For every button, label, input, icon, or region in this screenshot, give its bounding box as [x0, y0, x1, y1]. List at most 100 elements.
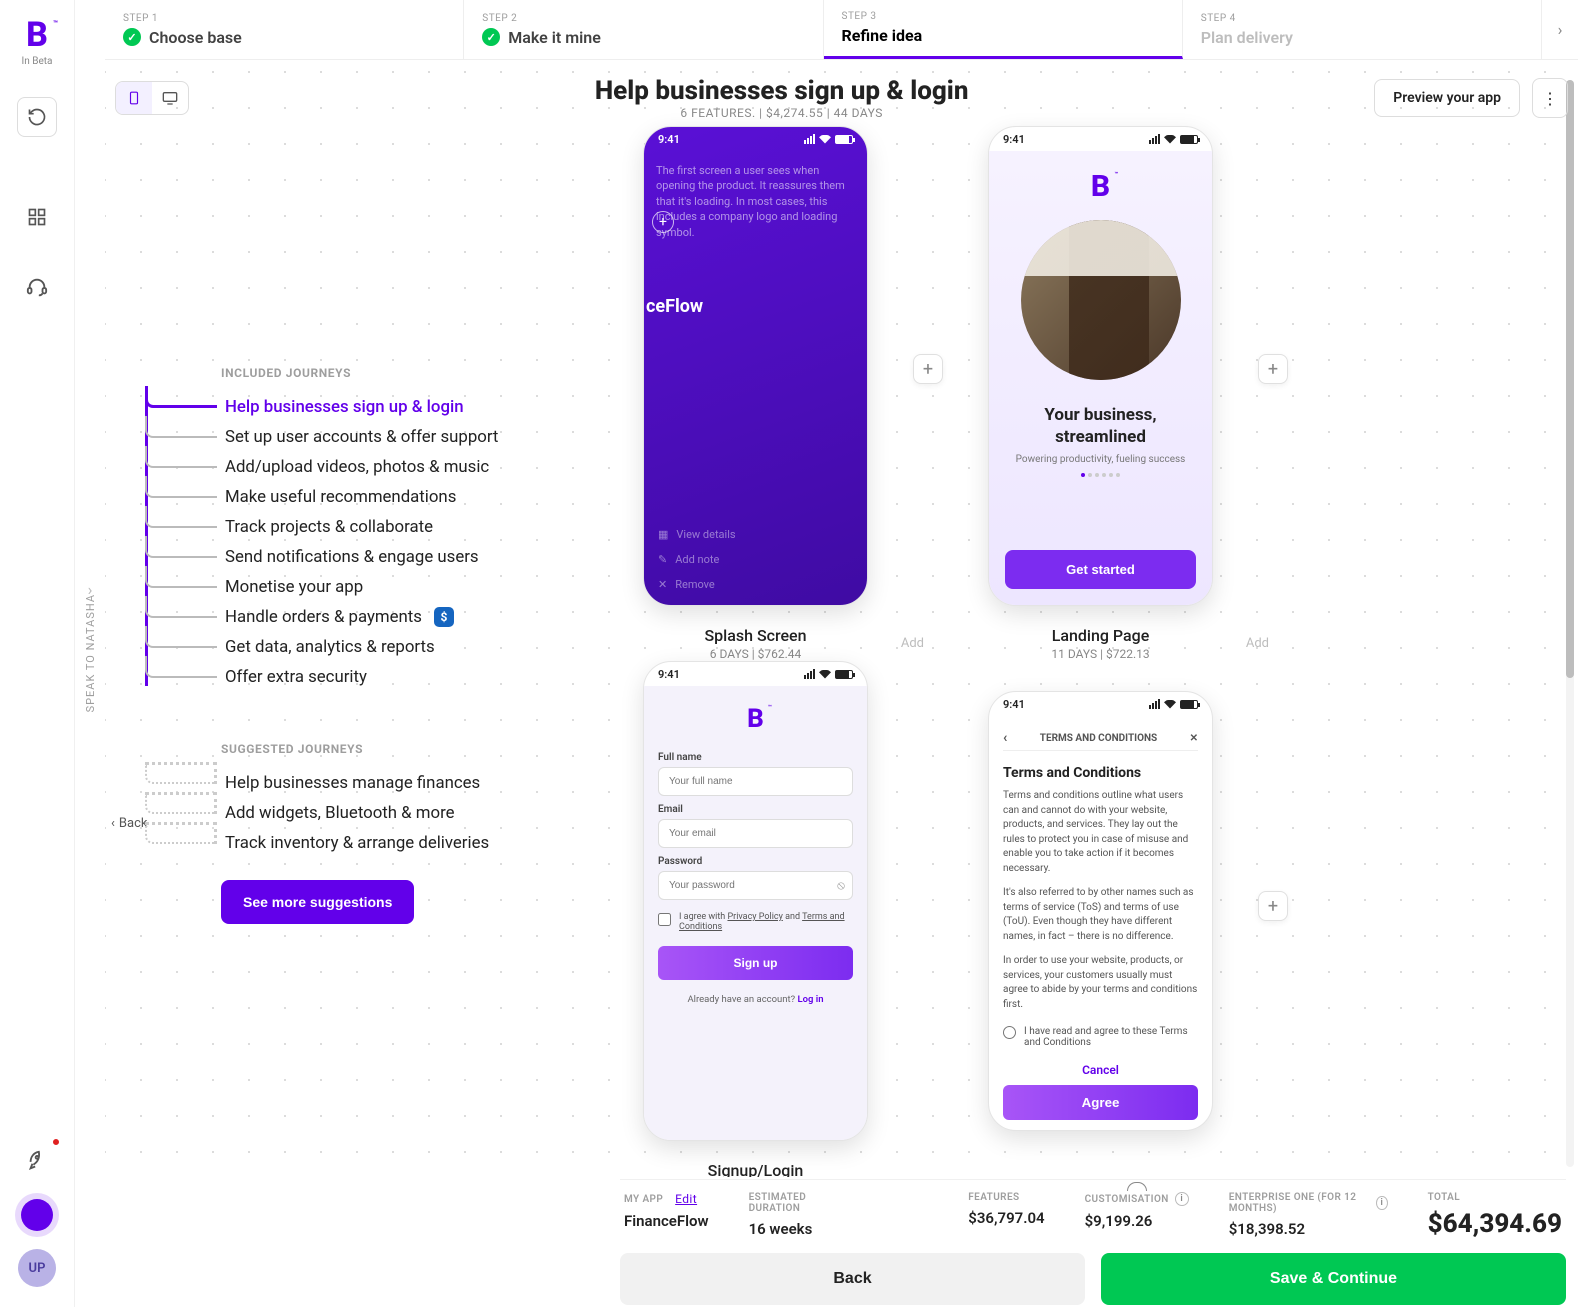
splash-body: + The first screen a user sees when open… — [644, 151, 867, 605]
rocket-icon[interactable] — [17, 1141, 57, 1181]
step-3[interactable]: STEP 3 Refine idea — [824, 0, 1183, 59]
privacy-link[interactable]: Privacy Policy — [727, 912, 782, 922]
agree-button[interactable]: Agree — [1003, 1085, 1198, 1120]
terms-agree-radio[interactable] — [1003, 1026, 1016, 1039]
action-row: Back Save & Continue — [620, 1253, 1566, 1305]
landing-title: Your business,streamlined — [1044, 404, 1156, 448]
features-value: $36,797.04 — [968, 1209, 1044, 1227]
status-time: 9:41 — [1003, 133, 1025, 146]
already-account: Already have an account? Log in — [658, 994, 853, 1005]
journey-label: Help businesses manage finances — [225, 773, 480, 793]
myapp-label: MY APP — [624, 1194, 663, 1205]
terms-paragraph: Terms and conditions outline what users … — [1003, 789, 1198, 876]
phone-preview-terms[interactable]: 9:41 ‹ TERMS AND CONDITIONS ✕ Terms and … — [988, 691, 1213, 1131]
assistant-orb[interactable] — [21, 1199, 53, 1231]
insert-screen-button[interactable]: + — [1258, 891, 1288, 921]
info-icon[interactable]: i — [1376, 1196, 1388, 1210]
more-menu-button[interactable]: ⋮ — [1532, 78, 1568, 118]
add-link[interactable]: Add — [901, 636, 924, 651]
splash-hint: The first screen a user sees when openin… — [656, 163, 855, 240]
terms-check-label: I have read and agree to these Terms and… — [1024, 1026, 1198, 1048]
screen-landing: 9:41 B™ Your business,streamlined Poweri… — [928, 126, 1273, 661]
notification-dot — [51, 1137, 61, 1147]
close-icon[interactable]: ✕ — [1190, 733, 1198, 744]
get-started-button[interactable]: Get started — [1005, 550, 1196, 589]
back-button[interactable]: Back — [620, 1253, 1085, 1305]
add-circle-icon[interactable]: + — [652, 211, 674, 233]
phone-preview-splash[interactable]: 9:41 + The first screen a user sees when… — [643, 126, 868, 606]
summary-enterprise: ENTERPRISE ONE (FOR 12 MONTHS) i $18,398… — [1229, 1192, 1388, 1239]
vertical-scrollbar[interactable] — [1566, 80, 1574, 1167]
save-continue-button[interactable]: Save & Continue — [1101, 1253, 1566, 1305]
enterprise-label: ENTERPRISE ONE (FOR 12 MONTHS) — [1229, 1192, 1370, 1214]
stepper-next-arrow[interactable]: › — [1542, 0, 1578, 59]
action-view-details[interactable]: ▦ View details — [658, 528, 853, 541]
stepper: STEP 1 ✓Choose base STEP 2 ✓Make it mine… — [105, 0, 1578, 60]
user-avatar[interactable]: UP — [18, 1249, 56, 1287]
password-input[interactable] — [658, 871, 853, 900]
action-add-note[interactable]: ✎ Add note — [658, 553, 853, 566]
journey-label: Make useful recommendations — [225, 487, 456, 507]
brand-logo: B™ — [1091, 169, 1110, 204]
step-label: STEP 1 — [123, 13, 445, 24]
step-title: Refine idea — [842, 26, 923, 45]
fullname-input[interactable] — [658, 767, 853, 796]
speak-to-natasha-tab[interactable]: › SPEAK TO NATASHA — [75, 0, 105, 1307]
edit-app-link[interactable]: Edit — [675, 1192, 697, 1206]
add-link[interactable]: Add — [1246, 636, 1269, 651]
signal-icon — [804, 134, 815, 144]
landing-subtitle: Powering productivity, fueling success — [1016, 454, 1186, 465]
screen-name: Splash Screen — [704, 626, 806, 645]
preview-app-button[interactable]: Preview your app — [1374, 79, 1520, 117]
insert-screen-button[interactable]: + — [913, 354, 943, 384]
grid-icon[interactable] — [17, 197, 57, 237]
screen-splash: 9:41 + The first screen a user sees when… — [583, 126, 928, 661]
signal-icon — [804, 669, 815, 679]
phone-preview-landing[interactable]: 9:41 B™ Your business,streamlined Poweri… — [988, 126, 1213, 606]
fullname-label: Full name — [658, 752, 853, 763]
phone-status-bar: 9:41 — [644, 662, 867, 686]
terms-header-title: TERMS AND CONDITIONS — [1040, 733, 1157, 744]
headset-icon[interactable] — [17, 267, 57, 307]
cancel-link[interactable]: Cancel — [1003, 1055, 1198, 1085]
email-input[interactable] — [658, 819, 853, 848]
email-label: Email — [658, 804, 853, 815]
left-sidebar: B™ In Beta UP — [0, 0, 75, 1307]
screen-name: Landing Page — [1051, 626, 1149, 645]
signal-icon — [1149, 134, 1160, 144]
back-label: Back — [119, 816, 148, 831]
signup-button[interactable]: Sign up — [658, 946, 853, 980]
journey-label: Add widgets, Bluetooth & more — [225, 803, 455, 823]
agree-checkbox[interactable] — [658, 913, 671, 926]
action-remove[interactable]: ✕ Remove — [658, 578, 853, 591]
duration-value: 16 weeks — [749, 1220, 839, 1238]
phone-preview-signup[interactable]: 9:41 B™ Full name Email Password ⦸ I — [643, 661, 868, 1141]
screen-info: 6 DAYS | $762.44 — [704, 647, 806, 661]
step-4[interactable]: STEP 4 Plan delivery — [1183, 0, 1542, 59]
info-icon[interactable]: i — [1175, 1192, 1189, 1206]
summary-customisation[interactable]: CUSTOMISATION i $9,199.26 — [1085, 1192, 1189, 1239]
step-2[interactable]: STEP 2 ✓Make it mine — [464, 0, 823, 59]
journey-label: Offer extra security — [225, 667, 367, 687]
terms-checkbox-row: I have read and agree to these Terms and… — [1003, 1026, 1198, 1048]
see-more-suggestions-button[interactable]: See more suggestions — [221, 880, 414, 924]
scrollbar-thumb[interactable] — [1566, 80, 1574, 678]
canvas-content: ‹ Back INCLUDED JOURNEYS Help businesses… — [105, 60, 1568, 1177]
back-arrow-icon[interactable]: ‹ — [1003, 730, 1007, 746]
insert-screen-button[interactable]: + — [1258, 354, 1288, 384]
suggested-item-2[interactable]: Track inventory & arrange deliveries — [145, 828, 551, 858]
customisation-value: $9,199.26 — [1085, 1212, 1189, 1230]
eye-off-icon[interactable]: ⦸ — [837, 878, 845, 893]
step-1[interactable]: STEP 1 ✓Choose base — [105, 0, 464, 59]
splash-actions: ▦ View details ✎ Add note ✕ Remove — [658, 528, 853, 591]
battery-icon — [1180, 700, 1198, 709]
brand-logo[interactable]: B™ — [26, 18, 48, 52]
splash-brand: ceFlow — [646, 296, 855, 317]
signal-icon — [1149, 699, 1160, 709]
back-link[interactable]: ‹ Back — [111, 816, 147, 831]
login-link[interactable]: Log in — [798, 994, 824, 1005]
mobile-view-button[interactable] — [116, 82, 152, 114]
journey-item-9[interactable]: Offer extra security — [145, 662, 551, 692]
desktop-view-button[interactable] — [152, 82, 188, 114]
undo-icon[interactable] — [17, 97, 57, 137]
